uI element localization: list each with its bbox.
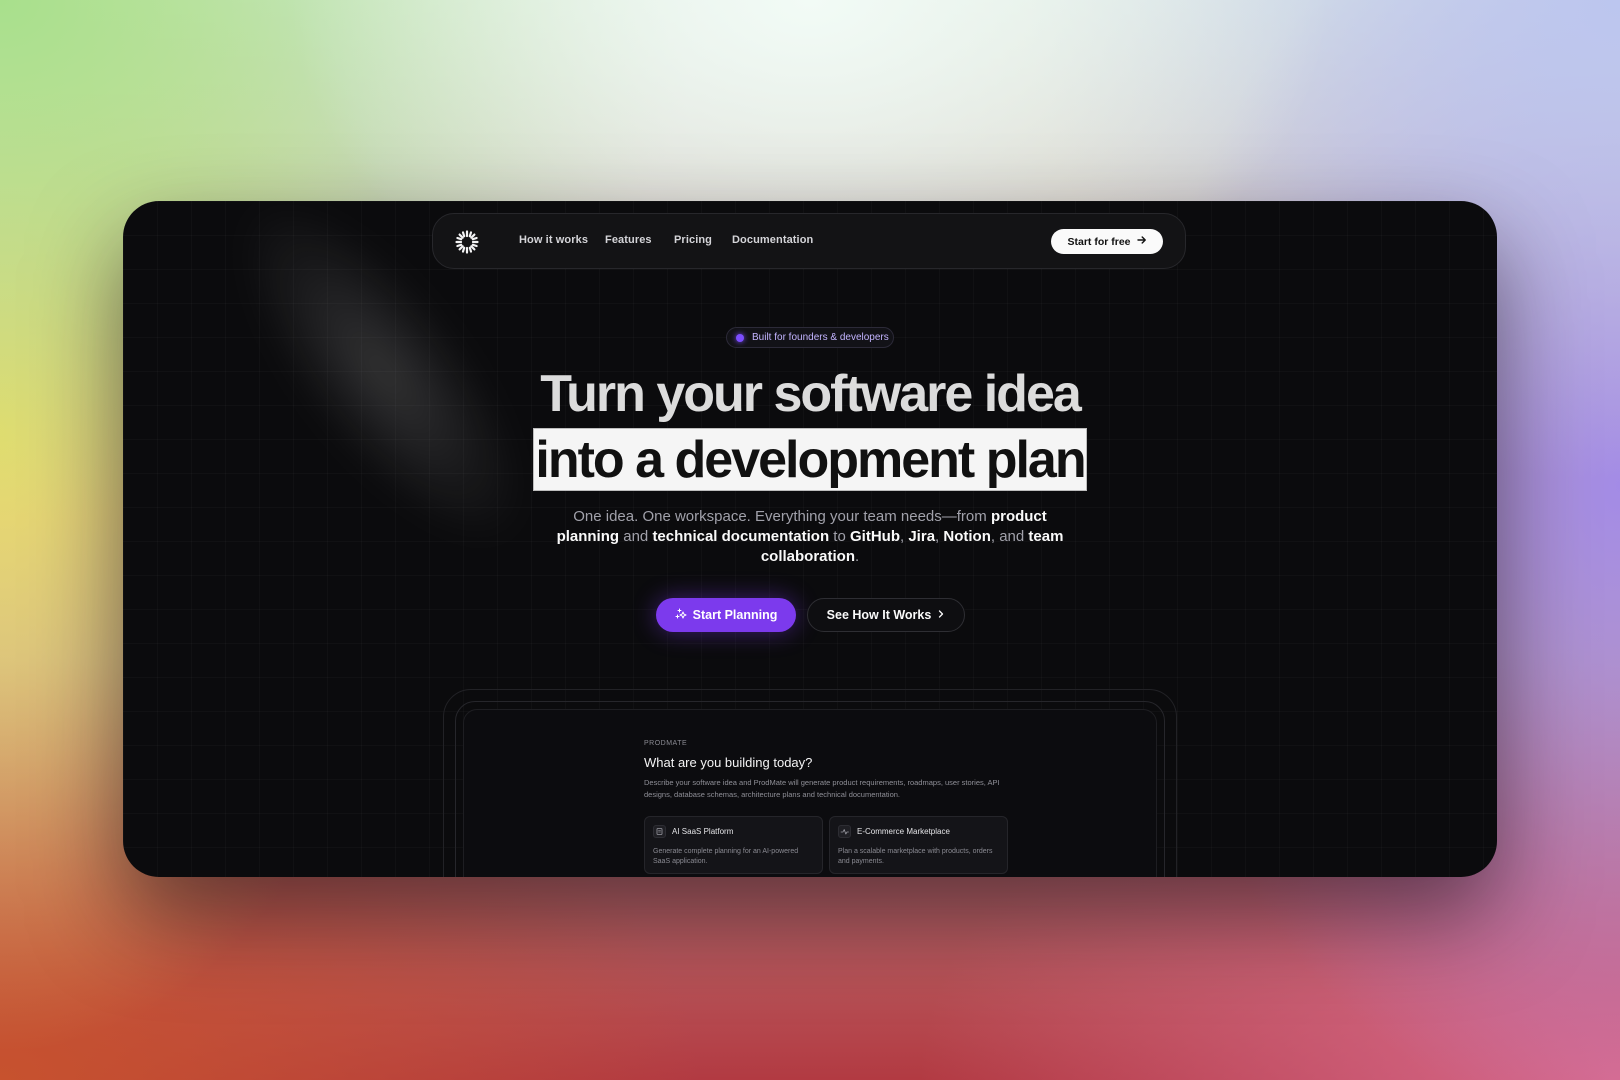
- start-for-free-label: Start for free: [1067, 235, 1131, 248]
- card-description: Generate complete planning for an AI-pow…: [653, 848, 799, 865]
- document-icon: [653, 825, 666, 838]
- app-window: How it works Features Pricing Documentat…: [123, 201, 1497, 877]
- arrow-right-icon: [1136, 235, 1147, 248]
- start-for-free-button[interactable]: Start for free: [1051, 229, 1163, 254]
- activity-icon: [838, 825, 851, 838]
- subtitle-strong: Notion: [943, 528, 991, 545]
- preview-description: Describe your software idea and ProdMate…: [644, 778, 1000, 799]
- subtitle-strong: GitHub: [850, 528, 900, 545]
- nav-link-documentation[interactable]: Documentation: [732, 234, 813, 246]
- headline-line-2: into a development plan: [535, 431, 1086, 489]
- badge-dot-icon: [736, 333, 744, 342]
- start-planning-label: Start Planning: [692, 608, 778, 622]
- subtitle-text: to: [829, 528, 850, 545]
- badge-text: Built for founders & developers: [752, 332, 889, 343]
- subtitle-strong: Jira: [908, 528, 936, 545]
- headline-line-1: Turn your software idea: [540, 365, 1082, 423]
- logo-starburst-icon[interactable]: [455, 230, 479, 254]
- card-title: E-Commerce Marketplace: [857, 827, 950, 836]
- headline-line-2-highlight[interactable]: into a development plan: [533, 428, 1087, 491]
- see-how-it-works-label: See How It Works: [826, 608, 932, 622]
- card-description: Plan a scalable marketplace with product…: [838, 848, 993, 865]
- sparkle-icon: [675, 608, 687, 623]
- start-planning-button[interactable]: Start Planning: [656, 598, 796, 632]
- subtitle-text: and: [619, 528, 653, 545]
- chevron-right-icon: [937, 608, 945, 622]
- nav-link-features[interactable]: Features: [605, 234, 652, 246]
- nav-link-pricing[interactable]: Pricing: [674, 234, 712, 246]
- subtitle-strong: technical documentation: [652, 528, 830, 545]
- preview-question: What are you building today?: [644, 755, 813, 770]
- template-card-ai-saas[interactable]: AI SaaS Platform Generate complete plann…: [644, 816, 823, 874]
- top-navbar: How it works Features Pricing Documentat…: [432, 213, 1186, 269]
- audience-badge: Built for founders & developers: [726, 327, 894, 348]
- hero-subtitle: One idea. One workspace. Everything your…: [553, 507, 1067, 567]
- subtitle-text: One idea. One workspace. Everything your…: [573, 508, 991, 525]
- nav-link-how-it-works[interactable]: How it works: [519, 234, 588, 246]
- see-how-it-works-button[interactable]: See How It Works: [807, 598, 965, 632]
- subtitle-text: .: [855, 548, 860, 565]
- preview-brand: PRODMATE: [644, 740, 688, 747]
- subtitle-text: , and: [990, 528, 1029, 545]
- card-title: AI SaaS Platform: [672, 827, 734, 836]
- template-card-ecommerce[interactable]: E-Commerce Marketplace Plan a scalable m…: [829, 816, 1008, 874]
